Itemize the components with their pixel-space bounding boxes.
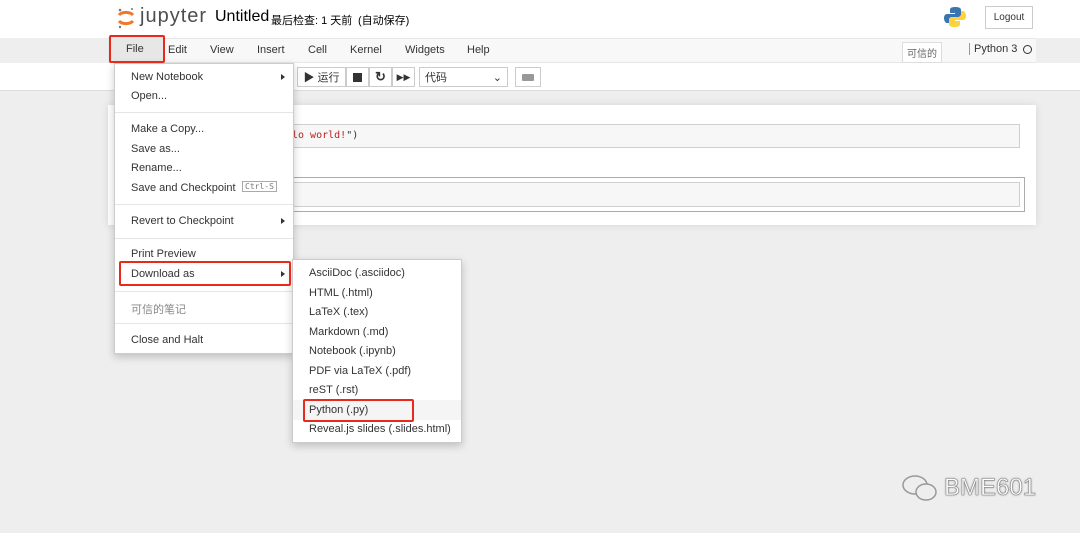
stop-button[interactable]	[346, 67, 369, 87]
menu-view[interactable]: View	[210, 44, 234, 56]
highlight-box-download-as	[119, 261, 291, 286]
restart-icon: ↻	[375, 69, 386, 84]
autosave-status: (自动保存)	[358, 15, 410, 27]
highlight-box-python	[303, 399, 414, 422]
cell-type-value: 代码	[425, 72, 447, 84]
menu-item-new-notebook[interactable]: New Notebook	[131, 71, 203, 83]
menu-edit[interactable]: Edit	[168, 44, 187, 56]
menu-item-save-as[interactable]: Save as...	[131, 143, 180, 155]
file-menu: New Notebook Open... Make a Copy... Save…	[114, 63, 294, 354]
checkpoint-status: 最后检查: 1 天前	[271, 15, 353, 27]
menu-item-make-copy[interactable]: Make a Copy...	[131, 123, 204, 135]
fast-forward-icon: ▶▶	[396, 71, 411, 82]
highlight-box-file	[109, 35, 165, 63]
watermark-text: BME601	[944, 474, 1037, 502]
notebook-name[interactable]: Untitled	[215, 8, 269, 26]
menu-item-trusted-notebook[interactable]: 可信的笔记	[131, 301, 186, 317]
download-rest[interactable]: reST (.rst)	[309, 384, 358, 396]
restart-run-all-button[interactable]: ▶▶	[392, 67, 415, 87]
menu-item-print-preview[interactable]: Print Preview	[131, 248, 196, 260]
shortcut-hint: Ctrl-S	[242, 181, 277, 192]
keyboard-icon	[522, 73, 534, 81]
command-palette-button[interactable]	[515, 67, 541, 87]
menu-item-save-checkpoint[interactable]: Save and Checkpoint	[131, 182, 236, 194]
stop-icon	[353, 72, 362, 82]
menu-item-revert-checkpoint[interactable]: Revert to Checkpoint	[131, 215, 234, 227]
header: jupyter Untitled 最后检查: 1 天前 (自动保存) Logou…	[0, 0, 1080, 38]
kernel-name: Python 3	[969, 43, 1017, 55]
download-asciidoc[interactable]: AsciiDoc (.asciidoc)	[309, 267, 405, 279]
menu-cell[interactable]: Cell	[308, 44, 327, 56]
selected-cell[interactable]	[255, 177, 1025, 212]
download-notebook[interactable]: Notebook (.ipynb)	[309, 345, 396, 357]
download-markdown[interactable]: Markdown (.md)	[309, 326, 388, 338]
submenu-arrow-icon	[281, 74, 285, 80]
menu-kernel[interactable]: Kernel	[350, 44, 382, 56]
download-latex[interactable]: LaTeX (.tex)	[309, 306, 368, 318]
code-paren: ")	[346, 130, 359, 141]
wechat-icon	[902, 475, 937, 501]
menubar: File Edit View Insert Cell Kernel Widget…	[108, 38, 1036, 63]
watermark: BME601	[902, 474, 1036, 502]
menu-item-open[interactable]: Open...	[131, 90, 167, 102]
jupyter-logo-icon[interactable]	[117, 7, 135, 29]
trusted-badge[interactable]: 可信的	[902, 42, 942, 63]
download-html[interactable]: HTML (.html)	[309, 287, 373, 299]
menu-help[interactable]: Help	[467, 44, 490, 56]
run-button[interactable]: ▶ 运行	[297, 67, 346, 87]
code-cell-input[interactable]: lo world!")	[267, 124, 1020, 148]
submenu-arrow-icon	[281, 218, 285, 224]
menu-item-close-halt[interactable]: Close and Halt	[131, 334, 203, 346]
download-reveal-slides[interactable]: Reveal.js slides (.slides.html)	[309, 423, 451, 435]
kernel-idle-icon	[1023, 45, 1032, 54]
menu-item-rename[interactable]: Rename...	[131, 162, 182, 174]
menu-insert[interactable]: Insert	[257, 44, 285, 56]
python-logo-icon	[944, 6, 966, 28]
logout-button[interactable]: Logout	[985, 6, 1033, 29]
logo-text: jupyter	[140, 5, 208, 27]
chevron-down-icon: ⌄	[492, 71, 502, 84]
cell-type-select[interactable]: 代码 ⌄	[419, 67, 508, 87]
menu-widgets[interactable]: Widgets	[405, 44, 445, 56]
restart-button[interactable]: ↻	[369, 67, 392, 87]
empty-cell-input[interactable]	[266, 182, 1020, 207]
download-pdf[interactable]: PDF via LaTeX (.pdf)	[309, 365, 411, 377]
code-string: lo world!	[292, 130, 347, 141]
